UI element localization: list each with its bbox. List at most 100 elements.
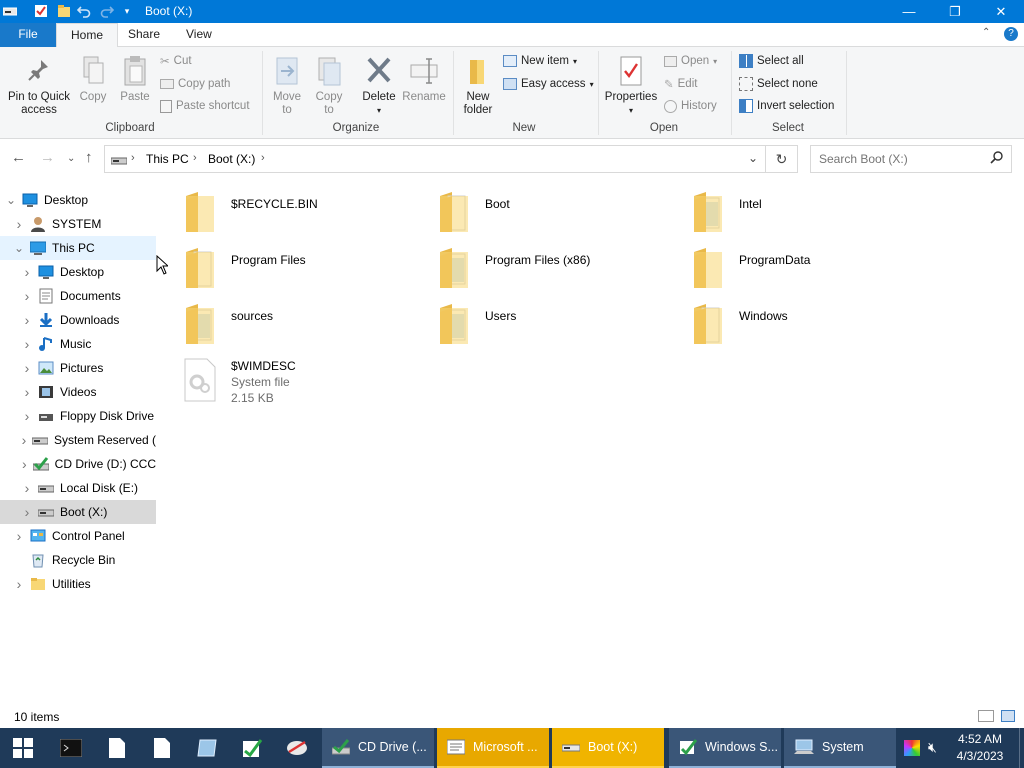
easy-access-button[interactable]: Easy access ▾ [503,75,594,93]
breadcrumb-boot[interactable]: Boot (X:) [208,152,255,166]
new-item-button[interactable]: New item ▾ [503,52,577,70]
properties-button[interactable]: Properties ▾ [603,55,659,117]
setup-taskbar-icon[interactable] [229,728,275,768]
tab-home[interactable]: Home [56,23,119,48]
up-arrow-icon[interactable]: ↑ [85,149,93,166]
refresh-button[interactable]: ↻ [766,145,798,173]
collapsed-chevron-icon[interactable]: › [20,384,34,400]
collapsed-chevron-icon[interactable]: › [20,288,34,304]
nav-item[interactable]: › System Reserved ( [0,428,156,452]
folder-item[interactable]: Windows [678,298,928,350]
undo-icon[interactable] [76,3,92,19]
breadcrumb-chevron-icon[interactable]: › [261,152,265,164]
copy-button[interactable]: Copy [76,55,110,104]
address-dropdown-icon[interactable]: ⌄ [748,151,758,165]
pin-quick-access-button[interactable]: Pin to Quick access [4,57,74,117]
start-button[interactable] [0,728,46,768]
collapsed-chevron-icon[interactable]: › [20,504,34,520]
delete-dropdown-icon[interactable]: ▾ [359,104,399,117]
nav-item[interactable]: › Floppy Disk Drive [0,404,156,428]
nav-item[interactable]: › Utilities [0,572,156,596]
collapsed-chevron-icon[interactable]: › [20,432,28,448]
copy-path-button[interactable]: Copy path [160,75,230,93]
nav-item[interactable]: ⌄ This PC [0,236,156,260]
taskbar-button[interactable]: Boot (X:) [552,728,664,768]
collapsed-chevron-icon[interactable]: › [20,408,34,424]
collapsed-chevron-icon[interactable]: › [20,336,34,352]
show-desktop-button[interactable] [1019,728,1024,768]
nav-item[interactable]: › Music [0,332,156,356]
properties-dropdown-icon[interactable]: ▾ [603,104,659,117]
paste-button[interactable]: Paste [117,55,153,104]
customize-qa-icon[interactable]: ▾ [119,3,135,19]
paste-shortcut-button[interactable]: Paste shortcut [160,97,250,115]
folder-item[interactable]: ProgramData [678,242,928,294]
invert-selection-button[interactable]: Invert selection [739,97,834,115]
expanded-chevron-icon[interactable]: ⌄ [12,241,26,255]
folder-item[interactable]: Program Files (x86) [424,242,674,294]
nav-item[interactable]: › CD Drive (D:) CCC [0,452,156,476]
nav-item[interactable]: › Documents [0,284,156,308]
forward-arrow-icon[interactable]: → [40,149,55,166]
folder-item[interactable]: Users [424,298,674,350]
properties-qa-icon[interactable] [33,3,49,19]
edit-button[interactable]: ✎ Edit [664,75,697,93]
taskbar-button[interactable]: CD Drive (... [322,728,434,768]
nav-item[interactable]: › Desktop [0,260,156,284]
nav-item[interactable]: › Local Disk (E:) [0,476,156,500]
collapsed-chevron-icon[interactable]: › [20,360,34,376]
history-button[interactable]: History [664,97,717,115]
back-arrow-icon[interactable]: ← [11,149,26,166]
address-bar[interactable]: › This PC › Boot (X:) › ⌄ [104,145,766,173]
collapsed-chevron-icon[interactable]: › [20,480,34,496]
details-view-icon[interactable] [978,710,994,722]
color-tray-icon[interactable] [904,740,920,756]
collapse-ribbon-icon[interactable]: ⌃ [982,27,990,38]
cut-button[interactable]: ✂ Cut [160,52,192,70]
breadcrumb-chevron-icon[interactable]: › [193,152,197,164]
large-icons-view-icon[interactable] [1001,710,1015,722]
collapsed-chevron-icon[interactable]: › [20,456,29,472]
nav-item[interactable]: Recycle Bin [0,548,156,572]
collapsed-chevron-icon[interactable]: › [12,576,26,592]
taskbar-button[interactable]: System [784,728,896,768]
collapsed-chevron-icon[interactable]: › [12,528,26,544]
help-icon[interactable]: ? [1004,27,1018,41]
tools-taskbar-icon[interactable] [274,728,320,768]
tab-file[interactable]: File [0,23,56,47]
cmd-taskbar-icon[interactable] [48,728,94,768]
new-folder-button[interactable]: New folder [458,55,498,117]
search-input[interactable] [810,145,1012,173]
volume-muted-icon[interactable]: 🔇︎ [928,739,937,756]
move-to-button[interactable]: Move to [269,55,305,117]
tab-view[interactable]: View [172,23,226,47]
file-item[interactable]: $WIMDESC System file 2.15 KB [170,354,420,410]
tab-share[interactable]: Share [114,23,174,47]
folder-item[interactable]: sources [170,298,420,350]
clock-time[interactable]: 4:52 AM [952,732,1008,746]
maximize-button[interactable]: ❐ [932,0,978,23]
nav-item[interactable]: › Downloads [0,308,156,332]
document-taskbar-icon[interactable] [139,728,185,768]
folder-item[interactable]: $RECYCLE.BIN [170,186,420,238]
expanded-chevron-icon[interactable]: ⌄ [4,193,18,207]
rename-button[interactable]: Rename [402,55,446,104]
minimize-button[interactable]: — [886,0,932,23]
select-none-button[interactable]: Select none [739,75,818,93]
select-all-button[interactable]: Select all [739,52,804,70]
nav-item[interactable]: ⌄ Desktop [0,188,156,212]
redo-icon[interactable] [99,3,115,19]
copy-to-button[interactable]: Copy to [311,55,347,117]
open-button[interactable]: Open ▾ [664,52,717,70]
nav-item[interactable]: › Control Panel [0,524,156,548]
nav-item[interactable]: › SYSTEM [0,212,156,236]
breadcrumb-this-pc[interactable]: This PC [146,152,189,166]
drive-icon[interactable] [2,3,18,19]
collapsed-chevron-icon[interactable]: › [12,216,26,232]
folder-item[interactable]: Intel [678,186,928,238]
folder-item[interactable]: Program Files [170,242,420,294]
nav-item[interactable]: › Videos [0,380,156,404]
taskbar-button[interactable]: Windows S... [669,728,781,768]
recent-locations-icon[interactable]: ⌄ [67,153,75,164]
notepad-taskbar-icon[interactable] [94,728,140,768]
